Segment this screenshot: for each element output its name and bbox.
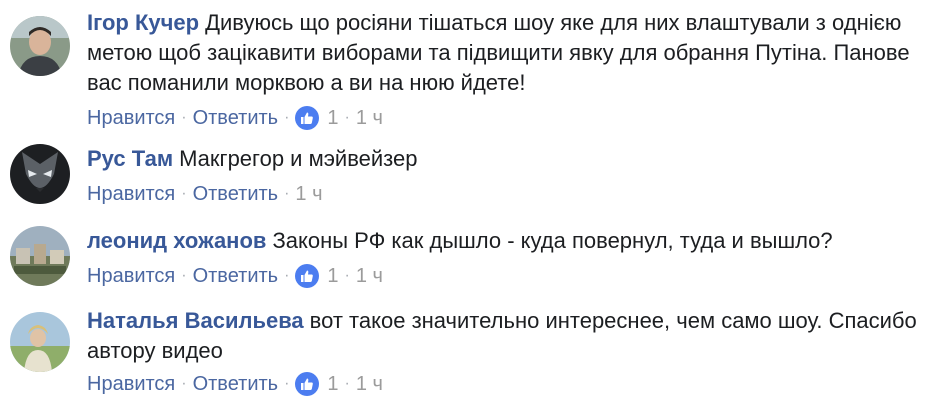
separator: · <box>181 375 187 392</box>
comment-text: леонид хожанов Законы РФ как дышло - куда… <box>87 226 932 256</box>
timestamp[interactable]: 1 ч <box>356 262 383 290</box>
comment-author[interactable]: Рус Там <box>87 146 173 171</box>
separator: · <box>181 109 187 126</box>
like-link[interactable]: Нравится <box>87 262 175 290</box>
comment-actions: Нравится · Ответить · 1 · 1 ч <box>87 104 932 132</box>
thumbs-up-icon[interactable] <box>295 264 320 288</box>
like-link[interactable]: Нравится <box>87 104 175 132</box>
reply-link[interactable]: Ответить <box>193 104 279 132</box>
thumbs-up-icon[interactable] <box>295 106 320 130</box>
reply-link[interactable]: Ответить <box>193 180 279 208</box>
separator: · <box>284 375 290 392</box>
reply-link[interactable]: Ответить <box>193 370 279 398</box>
comment-text: Наталья Васильева вот такое значительно и… <box>87 306 932 366</box>
comment-actions: Нравится · Ответить · 1 · 1 ч <box>87 262 932 290</box>
timestamp[interactable]: 1 ч <box>295 180 322 208</box>
comment-body: Дивуюсь що росіяни тішаться шоу яке для … <box>87 10 910 95</box>
comment-text: Рус Там Макгрегор и мэйвейзер <box>87 144 932 174</box>
separator: · <box>284 185 290 202</box>
avatar-photo-icon <box>10 16 70 76</box>
timestamp[interactable]: 1 ч <box>356 104 383 132</box>
comment-actions: Нравится · Ответить · 1 ч <box>87 180 932 208</box>
reply-link[interactable]: Ответить <box>193 262 279 290</box>
avatar[interactable] <box>10 226 70 286</box>
timestamp[interactable]: 1 ч <box>356 370 383 398</box>
like-link[interactable]: Нравится <box>87 370 175 398</box>
reaction-count[interactable]: 1 <box>327 370 338 398</box>
comment-body: Макгрегор и мэйвейзер <box>179 146 418 171</box>
reaction-count[interactable]: 1 <box>327 104 338 132</box>
avatar-photo-icon <box>10 226 70 286</box>
reaction-count[interactable]: 1 <box>327 262 338 290</box>
separator: · <box>181 185 187 202</box>
avatar[interactable] <box>10 312 70 372</box>
avatar-photo-icon <box>10 144 70 204</box>
separator: · <box>344 375 350 392</box>
separator: · <box>344 267 350 284</box>
comment-author[interactable]: Ігор Кучер <box>87 10 199 35</box>
separator: · <box>181 267 187 284</box>
avatar[interactable] <box>10 16 70 76</box>
separator: · <box>344 109 350 126</box>
separator: · <box>284 267 290 284</box>
comment-author[interactable]: Наталья Васильева <box>87 308 304 333</box>
comments-list: Ігор Кучер Дивуюсь що росіяни тішаться шо… <box>0 0 945 403</box>
avatar-photo-icon <box>10 312 70 372</box>
comment-body: Законы РФ как дышло - куда повернул, туд… <box>272 228 833 253</box>
comment-actions: Нравится · Ответить · 1 · 1 ч <box>87 370 932 398</box>
comment-text: Ігор Кучер Дивуюсь що росіяни тішаться шо… <box>87 8 932 98</box>
comment-author[interactable]: леонид хожанов <box>87 228 266 253</box>
avatar[interactable] <box>10 144 70 204</box>
like-link[interactable]: Нравится <box>87 180 175 208</box>
thumbs-up-icon[interactable] <box>295 372 320 396</box>
separator: · <box>284 109 290 126</box>
